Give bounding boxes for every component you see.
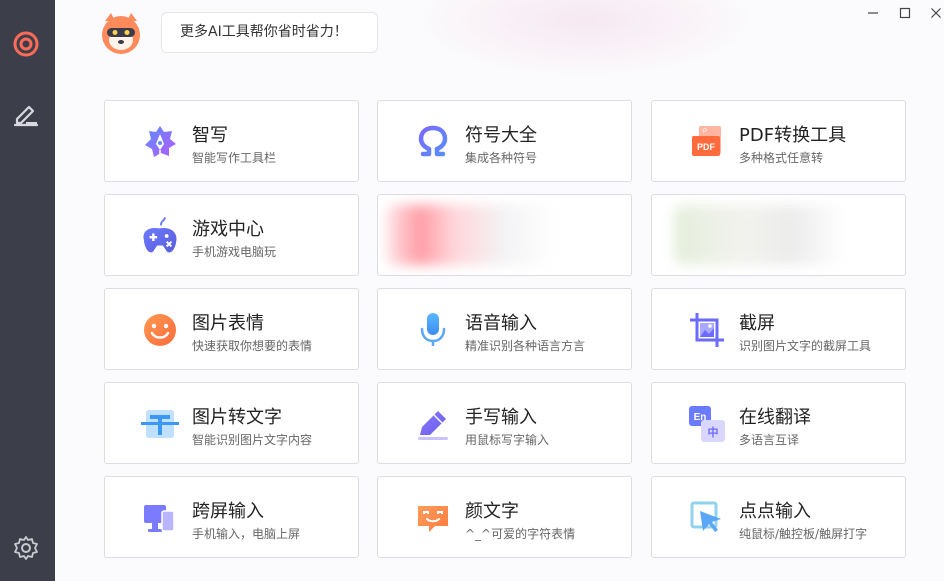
tool-subtitle: 多种格式任意转 bbox=[739, 151, 824, 165]
tool-card-blurred-promo-1[interactable] bbox=[377, 194, 632, 276]
tool-card-game-center[interactable]: 游戏中心 手机游戏电脑玩 bbox=[104, 194, 359, 276]
tool-subtitle: 集成各种符号 bbox=[465, 151, 538, 165]
tool-title: 游戏中心 bbox=[192, 219, 264, 240]
tool-card-symbols[interactable]: 符号大全 集成各种符号 bbox=[377, 100, 632, 182]
cross-screen-icon bbox=[140, 498, 180, 538]
tool-title: 智写 bbox=[192, 125, 228, 146]
sidebar-item-home[interactable] bbox=[10, 28, 42, 60]
tool-card-translate[interactable]: En 中 在线翻译 多语言互译 bbox=[651, 382, 906, 464]
gamepad-icon bbox=[140, 216, 180, 256]
pen-edit-icon bbox=[13, 105, 39, 127]
tool-card-screenshot[interactable]: 截屏 识别图片文字的截屏工具 bbox=[651, 288, 906, 370]
microphone-icon bbox=[413, 310, 453, 350]
tool-card-image-emoji[interactable]: 图片表情 快速获取你想要的表情 bbox=[104, 288, 359, 370]
tool-subtitle: ^_^可爱的字符表情 bbox=[465, 527, 576, 541]
smiley-icon bbox=[140, 310, 180, 350]
svg-text:P: P bbox=[703, 129, 707, 135]
blurred-ad-image bbox=[674, 205, 844, 265]
mascot-avatar[interactable] bbox=[99, 11, 143, 55]
tool-card-blurred-promo-2[interactable] bbox=[651, 194, 906, 276]
omega-icon bbox=[413, 122, 453, 162]
smart-write-icon bbox=[140, 122, 180, 162]
tool-card-handwriting[interactable]: 手写输入 用鼠标写字输入 bbox=[377, 382, 632, 464]
tool-subtitle: 智能识别图片文字内容 bbox=[192, 433, 313, 447]
tool-subtitle: 识别图片文字的截屏工具 bbox=[739, 339, 872, 353]
tool-title: 跨屏输入 bbox=[192, 501, 264, 522]
tool-card-cross-screen[interactable]: 跨屏输入 手机输入，电脑上屏 bbox=[104, 476, 359, 558]
tool-title: 手写输入 bbox=[465, 407, 537, 428]
tool-title: 图片转文字 bbox=[192, 407, 282, 428]
blurred-ad-image bbox=[386, 205, 556, 265]
sidebar bbox=[0, 0, 55, 581]
tool-subtitle: 多语言互译 bbox=[739, 433, 800, 447]
tool-title: 在线翻译 bbox=[739, 407, 811, 428]
pdf-icon: PDF P bbox=[687, 122, 727, 162]
sidebar-item-write[interactable] bbox=[10, 97, 42, 129]
tool-title: PDF转换工具 bbox=[739, 125, 847, 146]
minimize-icon bbox=[868, 12, 878, 14]
tool-card-click-input[interactable]: 点点输入 纯鼠标/触控板/触屏打字 bbox=[651, 476, 906, 558]
tool-title: 符号大全 bbox=[465, 125, 537, 146]
pointer-click-icon bbox=[687, 498, 727, 538]
tool-title: 点点输入 bbox=[739, 501, 811, 522]
svg-text:中: 中 bbox=[708, 425, 719, 439]
tool-subtitle: 纯鼠标/触控板/触屏打字 bbox=[739, 527, 868, 541]
maximize-button[interactable] bbox=[896, 4, 914, 22]
translate-icon: En 中 bbox=[687, 404, 727, 444]
sidebar-item-settings[interactable] bbox=[10, 532, 42, 564]
gear-icon bbox=[14, 536, 38, 560]
tool-title: 图片表情 bbox=[192, 313, 264, 334]
tool-subtitle: 智能写作工具栏 bbox=[192, 151, 277, 165]
tool-title: 颜文字 bbox=[465, 501, 519, 522]
tip-bubble: 更多AI工具帮你省时省力！ bbox=[161, 12, 378, 53]
tool-subtitle: 精准识别各种语言方言 bbox=[465, 339, 586, 353]
svg-text:PDF: PDF bbox=[697, 142, 716, 152]
main-panel: 更多AI工具帮你省时省力！ 智写 智能写作工具栏 符号大全 集成各种符号 PDF… bbox=[55, 0, 944, 581]
tool-card-smart-write[interactable]: 智写 智能写作工具栏 bbox=[104, 100, 359, 182]
maximize-icon bbox=[899, 7, 911, 19]
tool-title: 语音输入 bbox=[465, 313, 537, 334]
tool-card-image-to-text[interactable]: 图片转文字 智能识别图片文字内容 bbox=[104, 382, 359, 464]
kaomoji-icon bbox=[413, 498, 453, 538]
ocr-icon bbox=[140, 404, 180, 444]
tool-subtitle: 快速获取你想要的表情 bbox=[192, 339, 313, 353]
tool-card-kaomoji[interactable]: 颜文字 ^_^可爱的字符表情 bbox=[377, 476, 632, 558]
minimize-button[interactable] bbox=[864, 4, 882, 22]
target-icon bbox=[13, 31, 39, 57]
tool-title: 截屏 bbox=[739, 313, 775, 334]
screenshot-icon bbox=[687, 310, 727, 350]
tool-subtitle: 手机游戏电脑玩 bbox=[192, 245, 277, 259]
close-button[interactable] bbox=[927, 4, 944, 22]
handwriting-pen-icon bbox=[413, 404, 453, 444]
tool-subtitle: 用鼠标写字输入 bbox=[465, 433, 550, 447]
close-icon bbox=[931, 8, 941, 18]
tool-subtitle: 手机输入，电脑上屏 bbox=[192, 527, 301, 541]
header-glow bbox=[405, 0, 765, 80]
tool-card-pdf[interactable]: PDF P PDF转换工具 多种格式任意转 bbox=[651, 100, 906, 182]
tool-card-voice-input[interactable]: 语音输入 精准识别各种语言方言 bbox=[377, 288, 632, 370]
